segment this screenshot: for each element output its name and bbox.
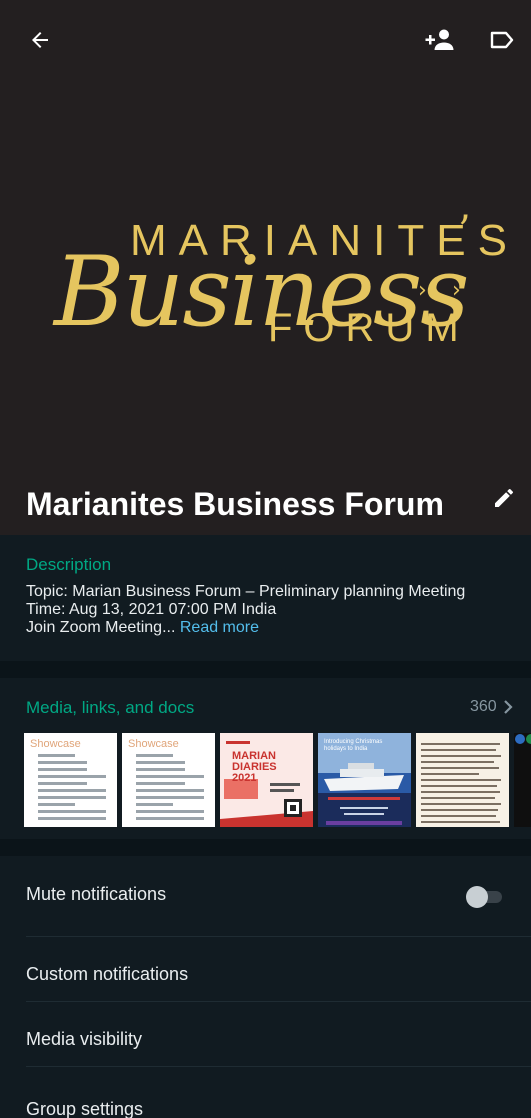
media-thumbnail[interactable]: Showcase — [122, 733, 215, 827]
label-tag-icon[interactable] — [484, 22, 520, 58]
media-thumbnail[interactable]: MARIAN DIARIES 2021 — [220, 733, 313, 827]
media-count-button[interactable]: 360 — [470, 698, 513, 716]
group-photo-banner[interactable]: MARIANITES ’ Business › › › FORUM Marian… — [0, 0, 531, 535]
custom-notifications-row[interactable]: Custom notifications — [0, 937, 531, 1001]
description-section[interactable]: Description Topic: Marian Business Forum… — [0, 535, 531, 661]
description-topic: Topic: Marian Business Forum – Prelimina… — [26, 583, 466, 600]
media-visibility-label: Media visibility — [26, 1029, 143, 1049]
group-name: Marianites Business Forum — [26, 486, 444, 522]
media-count: 360 — [470, 698, 497, 715]
read-more-link[interactable]: Read more — [180, 619, 259, 636]
settings-list: Mute notifications Custom notifications … — [0, 856, 531, 1118]
thumbnail-heading: Showcase — [128, 738, 179, 750]
media-thumbnail[interactable]: Showcase — [24, 733, 117, 827]
thumbnail-title: Introducing Christmas holidays to India — [324, 739, 383, 752]
description-time: Time: Aug 13, 2021 07:00 PM India — [26, 601, 277, 618]
mute-notifications-label: Mute notifications — [26, 884, 167, 904]
add-participant-icon[interactable] — [422, 22, 458, 58]
back-arrow-icon[interactable] — [22, 22, 58, 58]
custom-notifications-label: Custom notifications — [26, 964, 189, 984]
pencil-icon[interactable] — [486, 480, 522, 516]
media-heading[interactable]: Media, links, and docs — [26, 698, 194, 718]
section-gap — [0, 661, 531, 678]
toggle-knob — [466, 886, 488, 908]
media-thumbnails: Showcase Showcase MARIAN DIARIES 2021 In… — [24, 733, 531, 827]
mute-notifications-row[interactable]: Mute notifications — [0, 856, 531, 936]
description-join-text: Join Zoom Meeting... — [26, 619, 176, 636]
mute-notifications-toggle[interactable] — [466, 886, 504, 908]
description-heading: Description — [26, 555, 112, 574]
forum-logo: MARIANITES ’ Business › › › FORUM — [0, 160, 531, 400]
logo-chevron: › — [418, 278, 427, 303]
logo-line-3: FORUM — [268, 306, 470, 350]
media-thumbnail[interactable]: Introducing Christmas holidays to India — [318, 733, 411, 827]
group-settings-row[interactable]: Group settings — [0, 1067, 531, 1118]
description-join: Join Zoom Meeting... Read more — [26, 619, 505, 637]
chevron-right-icon — [503, 700, 513, 714]
logo-chevron: › — [452, 278, 461, 303]
section-gap — [0, 839, 531, 856]
logo-chevron: › — [382, 278, 391, 303]
media-section: Media, links, and docs 360 Showcase Show… — [0, 678, 531, 839]
media-thumbnail-partial[interactable] — [514, 733, 531, 827]
top-app-bar — [0, 0, 531, 80]
group-settings-label: Group settings — [26, 1099, 144, 1118]
media-visibility-row[interactable]: Media visibility — [0, 1002, 531, 1066]
thumbnail-heading: Showcase — [30, 738, 81, 750]
thumbnail-title: MARIAN DIARIES 2021 — [232, 750, 277, 784]
media-thumbnail[interactable] — [416, 733, 509, 827]
